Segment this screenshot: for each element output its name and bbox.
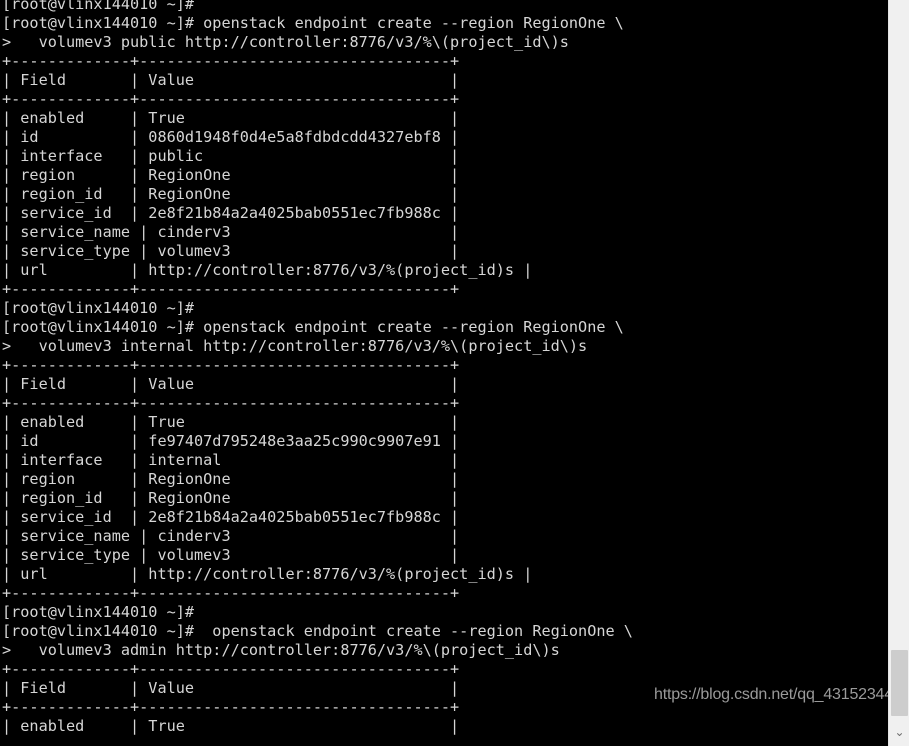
terminal-line: | url | http://controller:8776/v3/%(proj… [2,565,533,583]
terminal-line: > volumev3 public http://controller:8776… [2,33,569,51]
terminal-line: +-------------+-------------------------… [2,660,460,678]
terminal-window[interactable]: [root@vlinx144010 ~]# [root@vlinx144010 ~… [0,0,888,746]
terminal-line: +-------------+-------------------------… [2,90,460,108]
terminal-line: +-------------+-------------------------… [2,356,460,374]
terminal-line: > volumev3 admin http://controller:8776/… [2,641,560,659]
terminal-line: +-------------+-------------------------… [2,52,460,70]
terminal-line: | enabled | True | [2,109,460,127]
terminal-line: [root@vlinx144010 ~]# [2,0,195,13]
terminal-line: | service_name | cinderv3 | [2,223,460,241]
terminal-line: [root@vlinx144010 ~]# [2,603,195,621]
terminal-line: | url | http://controller:8776/v3/%(proj… [2,261,533,279]
terminal-screen: [root@vlinx144010 ~]# [root@vlinx144010 ~… [0,0,888,736]
terminal-line: | enabled | True | [2,717,460,735]
terminal-line: [root@vlinx144010 ~]# openstack endpoint… [2,622,633,640]
terminal-line: | service_id | 2e8f21b84a2a4025bab0551ec… [2,508,460,526]
watermark-text: https://blog.csdn.net/qq_43152344 [654,686,893,703]
terminal-line: | Field | Value | [2,375,460,393]
terminal-line: | interface | internal | [2,451,460,469]
chevron-down-icon[interactable]: ⌄ [889,722,909,742]
terminal-line: [root@vlinx144010 ~]# openstack endpoint… [2,318,624,336]
terminal-line: | region | RegionOne | [2,166,460,184]
terminal-line: [root@vlinx144010 ~]# [2,299,195,317]
terminal-line: | id | fe97407d795248e3aa25c990c9907e91 … [2,432,460,450]
terminal-line: | region_id | RegionOne | [2,489,460,507]
terminal-line: > volumev3 internal http://controller:87… [2,337,588,355]
terminal-line: +-------------+-------------------------… [2,280,460,298]
terminal-line: +-------------+-------------------------… [2,394,460,412]
terminal-line: | id | 0860d1948f0d4e5a8fdbdcdd4327ebf8 … [2,128,460,146]
terminal-line: | enabled | True | [2,413,460,431]
vertical-scrollbar[interactable]: ⌄ [888,0,909,746]
terminal-line: [root@vlinx144010 ~]# openstack endpoint… [2,14,624,32]
terminal-line: | interface | public | [2,147,460,165]
terminal-line: | service_type | volumev3 | [2,242,460,260]
terminal-line: +-------------+-------------------------… [2,584,460,602]
terminal-line: | region_id | RegionOne | [2,185,460,203]
terminal-line: | service_name | cinderv3 | [2,527,460,545]
scrollbar-thumb[interactable] [891,650,908,716]
terminal-line: | service_id | 2e8f21b84a2a4025bab0551ec… [2,204,460,222]
terminal-line: | service_type | volumev3 | [2,546,460,564]
terminal-line: | Field | Value | [2,71,460,89]
terminal-line: | region | RegionOne | [2,470,460,488]
